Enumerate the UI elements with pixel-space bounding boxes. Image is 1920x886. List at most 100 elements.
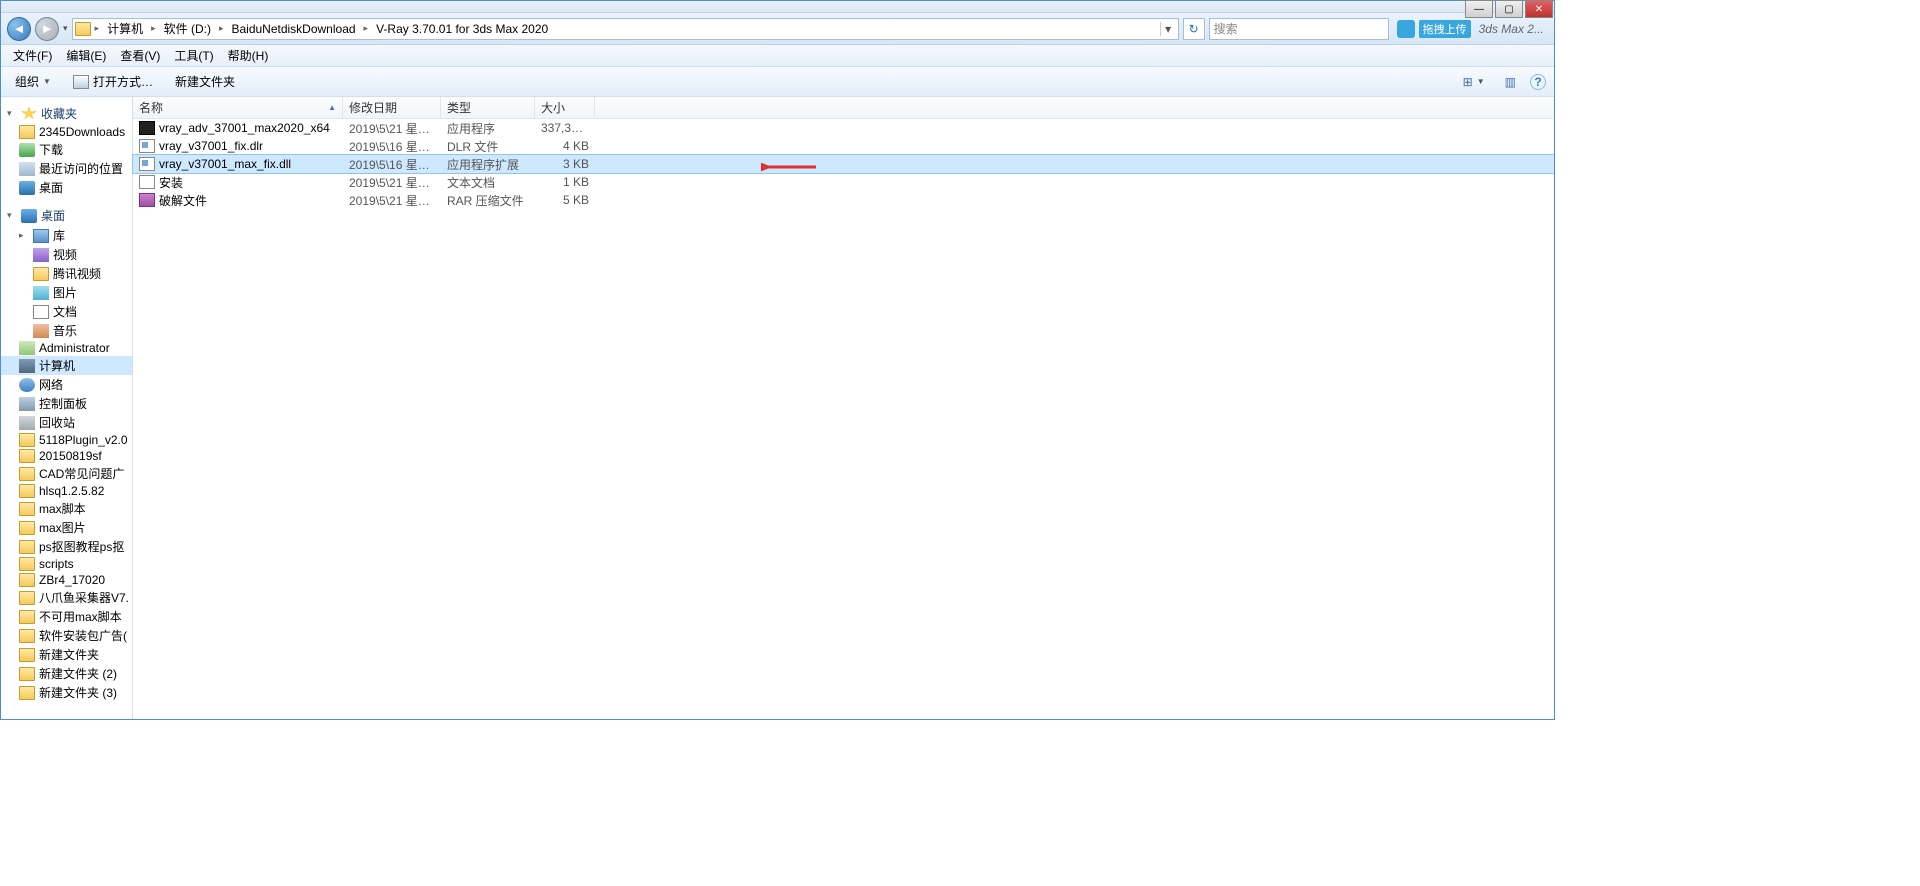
sidebar-item[interactable]: 不可用max脚本 bbox=[1, 607, 132, 626]
sort-ascending-icon: ▲ bbox=[328, 103, 336, 112]
sidebar-item-label: 文档 bbox=[53, 303, 77, 320]
bin-icon bbox=[19, 416, 35, 430]
menu-edit[interactable]: 编辑(E) bbox=[60, 45, 112, 66]
file-row[interactable]: vray_v37001_max_fix.dll 2019\5\16 星期... … bbox=[133, 155, 1554, 173]
recent-icon bbox=[19, 162, 35, 176]
sidebar-item[interactable]: ps抠图教程ps抠 bbox=[1, 537, 132, 556]
drag-upload-button[interactable]: 拖拽上传 bbox=[1419, 20, 1471, 38]
sidebar-item[interactable]: Administrator bbox=[1, 340, 132, 356]
file-size: 5 KB bbox=[535, 193, 595, 207]
file-row[interactable]: 安装 2019\5\21 星期... 文本文档 1 KB bbox=[133, 173, 1554, 191]
help-button[interactable]: ? bbox=[1530, 74, 1546, 90]
column-type[interactable]: 类型 bbox=[441, 97, 535, 118]
sidebar-item[interactable]: 网络 bbox=[1, 375, 132, 394]
folder-icon bbox=[19, 449, 35, 463]
sidebar-item-label: 网络 bbox=[39, 376, 63, 393]
sidebar-item[interactable]: 软件安装包广告( bbox=[1, 626, 132, 645]
sidebar-item-label: max图片 bbox=[39, 519, 86, 536]
column-name[interactable]: 名称 ▲ bbox=[133, 97, 343, 118]
column-headers: 名称 ▲ 修改日期 类型 大小 bbox=[133, 97, 1554, 119]
folder-icon bbox=[75, 22, 91, 36]
menu-view[interactable]: 查看(V) bbox=[114, 45, 166, 66]
new-folder-button[interactable]: 新建文件夹 bbox=[169, 70, 241, 93]
preview-pane-button[interactable]: ▥ bbox=[1499, 72, 1522, 92]
sidebar-item[interactable]: 八爪鱼采集器V7. bbox=[1, 588, 132, 607]
open-with-button[interactable]: 打开方式… bbox=[67, 70, 159, 93]
desktop-icon bbox=[19, 181, 35, 195]
sidebar-item[interactable]: 计算机 bbox=[1, 356, 132, 375]
sidebar-item[interactable]: 最近访问的位置 bbox=[1, 159, 132, 178]
folder-icon bbox=[33, 267, 49, 281]
sidebar-item[interactable]: 20150819sf bbox=[1, 448, 132, 464]
sidebar-item[interactable]: 新建文件夹 (2) bbox=[1, 664, 132, 683]
sidebar-desktop-header[interactable]: ▾ 桌面 bbox=[1, 205, 132, 226]
sidebar-item-label: 回收站 bbox=[39, 414, 75, 431]
sidebar-item[interactable]: 回收站 bbox=[1, 413, 132, 432]
history-dropdown[interactable]: ▾ bbox=[63, 23, 68, 34]
sidebar-item[interactable]: 视频 bbox=[1, 245, 132, 264]
file-row[interactable]: vray_v37001_fix.dlr 2019\5\16 星期... DLR … bbox=[133, 137, 1554, 155]
sidebar-item-label: 腾讯视频 bbox=[53, 265, 101, 282]
file-row[interactable]: vray_adv_37001_max2020_x64 2019\5\21 星期.… bbox=[133, 119, 1554, 137]
maximize-button[interactable]: ▢ bbox=[1495, 0, 1523, 18]
collapse-icon: ▾ bbox=[7, 108, 17, 119]
sidebar-item-label: scripts bbox=[39, 557, 74, 571]
sidebar-item[interactable]: CAD常见问题广 bbox=[1, 464, 132, 483]
sidebar-item[interactable]: 5118Plugin_v2.0 bbox=[1, 432, 132, 448]
sidebar-item[interactable]: 新建文件夹 (3) bbox=[1, 683, 132, 702]
sidebar-item[interactable]: 文档 bbox=[1, 302, 132, 321]
search-input[interactable]: 搜索 bbox=[1209, 18, 1389, 40]
sidebar-item[interactable]: ▸库 bbox=[1, 226, 132, 245]
column-date[interactable]: 修改日期 bbox=[343, 97, 441, 118]
breadcrumb[interactable]: 计算机 bbox=[103, 19, 147, 39]
menu-help[interactable]: 帮助(H) bbox=[222, 45, 275, 66]
sidebar-item[interactable]: 下载 bbox=[1, 140, 132, 159]
address-bar[interactable]: ▸ 计算机 ▸ 软件 (D:) ▸ BaiduNetdiskDownload ▸… bbox=[72, 18, 1179, 40]
file-size: 337,322 KB bbox=[535, 121, 595, 135]
forward-button[interactable]: ► bbox=[35, 17, 59, 41]
breadcrumb[interactable]: BaiduNetdiskDownload bbox=[227, 19, 359, 39]
sidebar-item[interactable]: 音乐 bbox=[1, 321, 132, 340]
menu-tools[interactable]: 工具(T) bbox=[168, 45, 219, 66]
sidebar-item[interactable]: hlsq1.2.5.82 bbox=[1, 483, 132, 499]
video-icon bbox=[33, 248, 49, 262]
column-size[interactable]: 大小 bbox=[535, 97, 595, 118]
file-date: 2019\5\21 星期... bbox=[343, 120, 441, 137]
folder-icon bbox=[19, 557, 35, 571]
sidebar-item-label: Administrator bbox=[39, 341, 110, 355]
column-name-label: 名称 bbox=[139, 99, 163, 116]
sidebar-item[interactable]: ZBr4_17020 bbox=[1, 572, 132, 588]
lib-icon bbox=[33, 229, 49, 243]
file-row[interactable]: 破解文件 2019\5\21 星期... RAR 压缩文件 5 KB bbox=[133, 191, 1554, 209]
file-name: vray_adv_37001_max2020_x64 bbox=[159, 121, 330, 135]
breadcrumb[interactable]: V-Ray 3.70.01 for 3ds Max 2020 bbox=[372, 19, 552, 39]
sidebar-favorites-header[interactable]: ▾ 收藏夹 bbox=[1, 103, 132, 124]
sidebar-item[interactable]: max脚本 bbox=[1, 499, 132, 518]
organize-button[interactable]: 组织 ▼ bbox=[9, 70, 57, 93]
pc-icon bbox=[19, 359, 35, 373]
sidebar[interactable]: ▾ 收藏夹 2345Downloads下载最近访问的位置桌面 ▾ 桌面 ▸库视频… bbox=[1, 97, 133, 719]
sidebar-item[interactable]: 腾讯视频 bbox=[1, 264, 132, 283]
back-button[interactable]: ◄ bbox=[7, 17, 31, 41]
sidebar-item[interactable]: 图片 bbox=[1, 283, 132, 302]
sidebar-item[interactable]: 桌面 bbox=[1, 178, 132, 197]
file-icon bbox=[139, 157, 155, 171]
sidebar-item[interactable]: max图片 bbox=[1, 518, 132, 537]
folder-icon bbox=[19, 484, 35, 498]
close-button[interactable]: ✕ bbox=[1525, 0, 1553, 18]
file-icon bbox=[139, 193, 155, 207]
sidebar-item[interactable]: 控制面板 bbox=[1, 394, 132, 413]
folder-icon bbox=[19, 540, 35, 554]
chevron-down-icon: ▼ bbox=[1477, 77, 1485, 86]
address-dropdown[interactable]: ▾ bbox=[1160, 22, 1176, 36]
sidebar-item[interactable]: 2345Downloads bbox=[1, 124, 132, 140]
refresh-button[interactable]: ↻ bbox=[1183, 18, 1205, 40]
breadcrumb[interactable]: 软件 (D:) bbox=[160, 19, 215, 39]
sidebar-item[interactable]: 新建文件夹 bbox=[1, 645, 132, 664]
menu-file[interactable]: 文件(F) bbox=[7, 45, 58, 66]
cloud-icon[interactable] bbox=[1397, 20, 1415, 38]
sidebar-item[interactable]: scripts bbox=[1, 556, 132, 572]
sidebar-item-label: 最近访问的位置 bbox=[39, 160, 123, 177]
view-mode-button[interactable]: ⊞ ▼ bbox=[1457, 72, 1491, 92]
minimize-button[interactable]: — bbox=[1465, 0, 1493, 18]
